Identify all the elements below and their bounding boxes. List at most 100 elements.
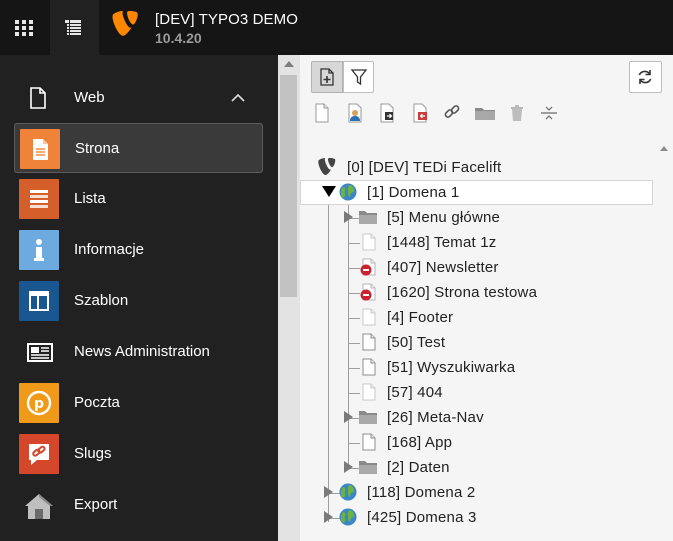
tree-node-label: [425] Domena 3 — [367, 509, 477, 526]
tree-node[interactable]: [26] Meta-Nav — [300, 405, 656, 430]
list-module-icon — [19, 179, 59, 219]
tree-node-label: [51] Wyszukiwarka — [387, 359, 516, 376]
tree-node-label: [407] Newsletter — [387, 259, 499, 276]
module-label: Slugs — [74, 445, 112, 462]
page-tree-pane: [0] [DEV] TEDi Facelift [1] Domena 1 [5]… — [300, 55, 673, 541]
tree-node[interactable]: [407] Newsletter — [300, 255, 656, 280]
module-item-news-administration[interactable]: News Administration — [14, 327, 263, 377]
tree-node[interactable]: [118] Domena 2 — [300, 480, 656, 505]
page-icon — [362, 358, 376, 376]
module-item-szablon[interactable]: Szablon — [14, 276, 263, 326]
scroll-up-arrow-icon[interactable] — [284, 61, 294, 67]
page-icon — [362, 333, 376, 351]
info-module-icon — [19, 230, 59, 270]
expand-arrow-icon[interactable] — [324, 486, 333, 498]
slugs-module-icon — [19, 434, 59, 474]
page-icon — [30, 87, 46, 109]
tree-node[interactable]: [50] Test — [300, 330, 656, 355]
refresh-icon — [638, 70, 652, 84]
page-hidden-icon — [362, 308, 376, 326]
refresh-button[interactable] — [629, 61, 662, 93]
doktype-folder-icon[interactable] — [474, 102, 496, 124]
module-label: News Administration — [74, 343, 210, 360]
export-module-icon — [19, 485, 59, 525]
folder-icon — [359, 211, 377, 224]
expand-arrow-icon[interactable] — [344, 461, 353, 473]
module-group-label: Web — [74, 89, 105, 106]
tree-root[interactable]: [0] [DEV] TEDi Facelift — [300, 155, 656, 180]
tree-node[interactable]: [2] Daten — [300, 455, 656, 480]
news-module-icon — [19, 332, 59, 372]
module-label: Export — [74, 496, 118, 513]
module-item-export[interactable]: Export — [14, 480, 263, 530]
doktype-recycler-icon[interactable] — [508, 102, 526, 124]
page-restricted-icon — [360, 283, 376, 301]
page-icon — [362, 433, 376, 451]
module-menu-scrollbar[interactable] — [278, 55, 300, 541]
doktype-shortcut-icon[interactable] — [378, 102, 396, 124]
page-restricted-icon — [360, 258, 376, 276]
doktype-spacer-icon[interactable] — [540, 102, 558, 124]
pagetree-toggle-button[interactable] — [50, 0, 99, 55]
module-item-strona[interactable]: Strona — [14, 123, 263, 173]
doktype-mountpoint-icon[interactable] — [411, 102, 429, 124]
new-page-button[interactable] — [311, 61, 343, 93]
folder-icon — [359, 411, 377, 424]
filter-button[interactable] — [343, 61, 374, 93]
typo3-version: 10.4.20 — [155, 30, 202, 46]
module-grid-button[interactable] — [0, 0, 50, 55]
tree-node[interactable]: [57] 404 — [300, 380, 656, 405]
chevron-up-icon[interactable] — [229, 89, 247, 107]
typo3-root-icon — [318, 158, 336, 175]
expand-arrow-icon[interactable] — [344, 411, 353, 423]
tree-node-label: [26] Meta-Nav — [387, 409, 484, 426]
page-tree: [0] [DEV] TEDi Facelift [1] Domena 1 [5]… — [300, 155, 656, 541]
mail-module-icon: p — [19, 383, 59, 423]
module-item-poczta[interactable]: p Poczta — [14, 378, 263, 428]
tree-node-label: [4] Footer — [387, 309, 454, 326]
module-label: Lista — [74, 190, 106, 207]
tree-node[interactable]: [51] Wyszukiwarka — [300, 355, 656, 380]
doktype-link-icon[interactable] — [443, 102, 461, 124]
tree-node-label: [2] Daten — [387, 459, 450, 476]
tree-node-label: [5] Menu główne — [387, 209, 501, 226]
page-module-icon — [20, 129, 60, 169]
globe-icon — [339, 483, 357, 501]
typo3-logo[interactable] — [112, 11, 138, 37]
module-grid-icon — [15, 20, 33, 36]
template-module-icon — [19, 281, 59, 321]
site-name: [DEV] TYPO3 DEMO — [155, 11, 299, 28]
tree-node-label: [50] Test — [387, 334, 446, 351]
expand-arrow-icon[interactable] — [344, 211, 353, 223]
doktype-backend-user-section-icon[interactable] — [346, 102, 364, 124]
scroll-up-arrow-icon[interactable] — [660, 146, 668, 151]
module-label: Informacje — [74, 241, 145, 258]
tree-node-label: [1620] Strona testowa — [387, 284, 538, 301]
doktype-page-icon[interactable] — [313, 102, 331, 124]
globe-icon — [339, 183, 357, 201]
module-group-web[interactable]: Web — [0, 79, 278, 117]
module-list-icon — [65, 20, 81, 35]
page-hidden-icon — [362, 233, 376, 251]
module-label: Szablon — [74, 292, 129, 309]
tree-node[interactable]: [168] App — [300, 430, 656, 455]
scroll-thumb[interactable] — [280, 75, 297, 297]
doktype-drag-toolbar — [300, 102, 673, 126]
tree-node[interactable]: [5] Menu główne — [300, 205, 656, 230]
collapse-arrow-icon[interactable] — [322, 186, 336, 197]
module-label: Poczta — [74, 394, 120, 411]
module-item-informacje[interactable]: Informacje — [14, 225, 263, 275]
tree-node-label: [57] 404 — [387, 384, 443, 401]
new-page-icon — [320, 68, 334, 86]
tree-node[interactable]: [425] Domena 3 — [300, 505, 656, 530]
tree-node[interactable]: [1] Domena 1 — [300, 180, 656, 205]
expand-arrow-icon[interactable] — [324, 511, 333, 523]
module-item-lista[interactable]: Lista — [14, 174, 263, 224]
tree-node[interactable]: [1448] Temat 1z — [300, 230, 656, 255]
tree-node[interactable]: [4] Footer — [300, 305, 656, 330]
tree-node[interactable]: [1620] Strona testowa — [300, 280, 656, 305]
folder-icon — [359, 461, 377, 474]
page-tree-scrollbar[interactable] — [656, 139, 673, 541]
module-item-slugs[interactable]: Slugs — [14, 429, 263, 479]
tree-node-label: [0] [DEV] TEDi Facelift — [347, 159, 502, 176]
